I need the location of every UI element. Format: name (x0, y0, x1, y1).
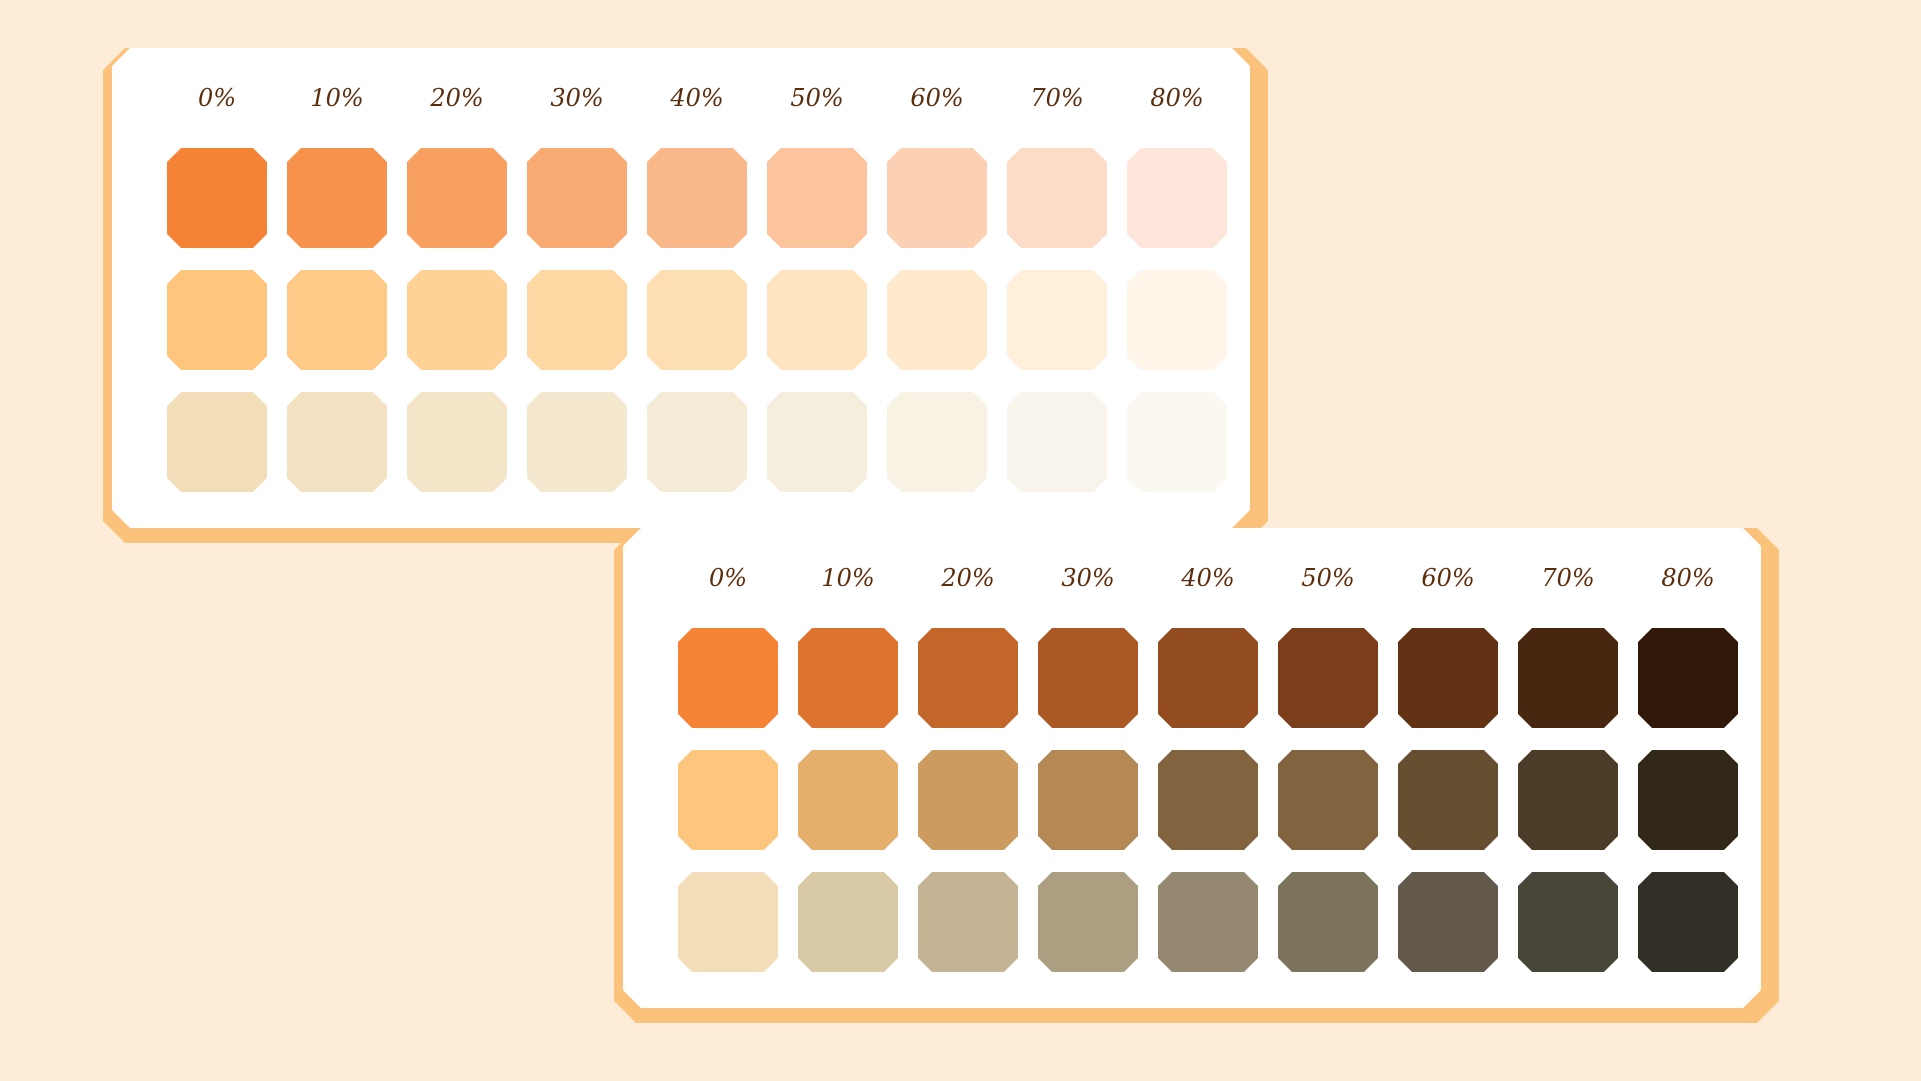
color-swatch (767, 270, 867, 370)
card-panel: 0% 10% 20% 30% 40% 50% 60% 70% 80% (112, 48, 1250, 528)
color-swatch (647, 392, 747, 492)
color-swatch (1038, 628, 1138, 728)
color-swatch (1398, 750, 1498, 850)
color-swatch (287, 392, 387, 492)
swatch-row (678, 628, 1738, 728)
color-swatch (918, 628, 1018, 728)
color-swatch (1127, 148, 1227, 248)
color-swatch (887, 270, 987, 370)
color-swatch (1638, 628, 1738, 728)
swatch-rows (167, 148, 1227, 492)
percent-label: 10% (310, 84, 364, 112)
percent-label: 0% (708, 564, 748, 592)
percent-labels: 0% 10% 20% 30% 40% 50% 60% 70% 80% (678, 558, 1738, 628)
color-swatch (1038, 750, 1138, 850)
swatch-row (678, 872, 1738, 972)
color-swatch (647, 148, 747, 248)
percent-label: 50% (790, 84, 844, 112)
swatch-row (167, 392, 1227, 492)
color-swatch (1127, 392, 1227, 492)
percent-label: 30% (1061, 564, 1115, 592)
color-swatch (1007, 270, 1107, 370)
color-swatch (1158, 750, 1258, 850)
shades-palette-card: 0% 10% 20% 30% 40% 50% 60% 70% 80% (614, 528, 1779, 1023)
percent-label: 80% (1150, 84, 1204, 112)
color-swatch (1518, 628, 1618, 728)
color-swatch (918, 750, 1018, 850)
swatch-row (678, 750, 1738, 850)
percent-label: 10% (821, 564, 875, 592)
swatch-grid: 0% 10% 20% 30% 40% 50% 60% 70% 80% (678, 558, 1738, 994)
color-swatch (678, 628, 778, 728)
swatch-grid: 0% 10% 20% 30% 40% 50% 60% 70% 80% (167, 78, 1227, 514)
color-swatch (678, 872, 778, 972)
color-swatch (287, 148, 387, 248)
color-swatch (1398, 872, 1498, 972)
color-swatch (647, 270, 747, 370)
color-swatch (798, 872, 898, 972)
color-swatch (918, 872, 1018, 972)
color-swatch (167, 270, 267, 370)
percent-labels: 0% 10% 20% 30% 40% 50% 60% 70% 80% (167, 78, 1227, 148)
color-swatch (527, 392, 627, 492)
color-swatch (1638, 872, 1738, 972)
color-swatch (1038, 872, 1138, 972)
color-swatch (1278, 628, 1378, 728)
percent-label: 60% (1421, 564, 1475, 592)
percent-label: 70% (1030, 84, 1084, 112)
color-swatch (1127, 270, 1227, 370)
color-swatch (767, 148, 867, 248)
color-swatch (287, 270, 387, 370)
tints-palette-card: 0% 10% 20% 30% 40% 50% 60% 70% 80% (103, 48, 1268, 543)
percent-label: 20% (941, 564, 995, 592)
color-swatch (798, 750, 898, 850)
percent-label: 40% (670, 84, 724, 112)
percent-label: 50% (1301, 564, 1355, 592)
color-swatch (1278, 750, 1378, 850)
color-swatch (1278, 872, 1378, 972)
card-panel: 0% 10% 20% 30% 40% 50% 60% 70% 80% (623, 528, 1761, 1008)
color-swatch (1518, 872, 1618, 972)
percent-label: 70% (1541, 564, 1595, 592)
color-swatch (1398, 628, 1498, 728)
percent-label: 20% (430, 84, 484, 112)
percent-label: 0% (197, 84, 237, 112)
color-swatch (167, 148, 267, 248)
color-swatch (798, 628, 898, 728)
color-swatch (1007, 148, 1107, 248)
swatch-rows (678, 628, 1738, 972)
color-swatch (1638, 750, 1738, 850)
color-swatch (1158, 628, 1258, 728)
color-swatch (1518, 750, 1618, 850)
swatch-row (167, 270, 1227, 370)
percent-label: 80% (1661, 564, 1715, 592)
color-swatch (678, 750, 778, 850)
color-swatch (407, 270, 507, 370)
color-swatch (407, 148, 507, 248)
swatch-row (167, 148, 1227, 248)
color-swatch (767, 392, 867, 492)
percent-label: 30% (550, 84, 604, 112)
color-swatch (407, 392, 507, 492)
color-swatch (887, 148, 987, 248)
color-swatch (527, 270, 627, 370)
percent-label: 60% (910, 84, 964, 112)
color-swatch (1007, 392, 1107, 492)
color-swatch (887, 392, 987, 492)
percent-label: 40% (1181, 564, 1235, 592)
color-swatch (167, 392, 267, 492)
color-swatch (1158, 872, 1258, 972)
color-swatch (527, 148, 627, 248)
